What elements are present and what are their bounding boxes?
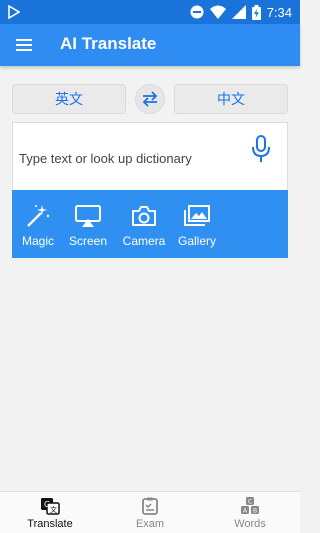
nav-item-exam[interactable]: Exam: [100, 492, 200, 533]
wifi-icon: [209, 5, 226, 19]
tool-camera[interactable]: Camera: [118, 190, 170, 258]
camera-icon: [132, 206, 156, 226]
exam-icon: [142, 497, 158, 515]
tool-camera-label: Camera: [122, 234, 166, 248]
screen-cast-icon: [75, 205, 101, 227]
bottom-navigation: G 文 Translate Exam C A B Words: [0, 491, 300, 533]
tool-magic-label: Magic: [21, 234, 54, 248]
swap-icon: [142, 91, 158, 107]
tool-gallery[interactable]: Gallery: [176, 190, 218, 258]
words-icon: C A B: [241, 497, 259, 515]
swap-languages-button[interactable]: [135, 84, 165, 114]
status-icons: 7:34: [190, 3, 292, 21]
clock: 7:34: [266, 4, 292, 20]
target-language-button[interactable]: 中文: [174, 84, 288, 114]
nav-item-translate[interactable]: G 文 Translate: [0, 492, 100, 533]
svg-text:文: 文: [50, 505, 57, 514]
app-title: AI Translate: [60, 34, 157, 53]
menu-icon[interactable]: [14, 35, 34, 55]
gallery-icon: [184, 205, 210, 226]
microphone-icon[interactable]: [251, 135, 271, 163]
tool-screen-label: Screen: [68, 234, 108, 248]
magic-wand-icon: [27, 205, 50, 227]
input-tools-bar: Magic Screen Camera Gallery: [12, 190, 288, 258]
svg-text:C: C: [248, 499, 252, 506]
battery-icon: [251, 4, 261, 20]
svg-text:B: B: [253, 508, 257, 515]
play-store-icon: [8, 5, 20, 19]
tool-magic[interactable]: Magic: [14, 190, 62, 258]
language-selector: 英文 中文: [12, 84, 288, 114]
tool-screen[interactable]: Screen: [64, 190, 112, 258]
nav-words-label: Words: [234, 518, 266, 530]
text-input-area[interactable]: Type text or look up dictionary: [12, 122, 288, 190]
nav-translate-label: Translate: [27, 518, 73, 530]
translate-icon: G 文: [41, 498, 60, 515]
do-not-disturb-icon: [190, 5, 204, 19]
tool-gallery-label: Gallery: [177, 234, 216, 248]
nav-exam-label: Exam: [135, 518, 165, 530]
app-bar: AI Translate: [0, 24, 300, 66]
nav-item-words[interactable]: C A B Words: [200, 492, 300, 533]
signal-icon: [231, 5, 246, 19]
status-bar: 7:34: [0, 0, 300, 24]
source-language-button[interactable]: 英文: [12, 84, 126, 114]
input-placeholder: Type text or look up dictionary: [19, 151, 192, 166]
